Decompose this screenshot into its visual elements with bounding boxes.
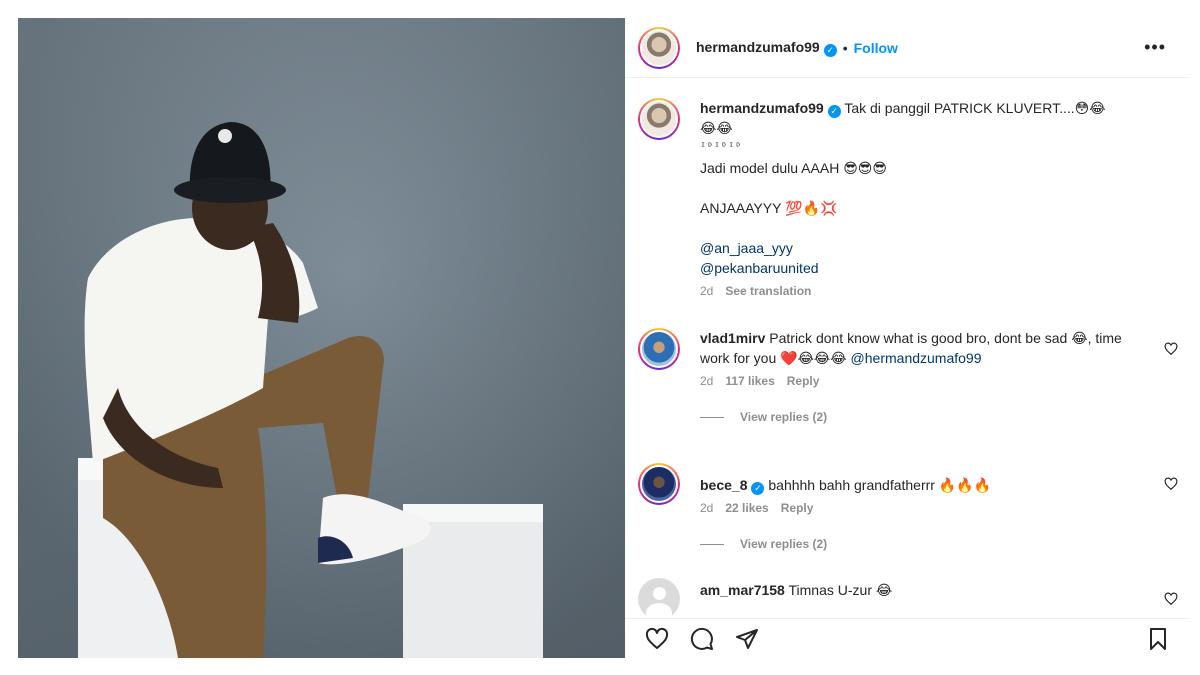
comment-like-heart-icon[interactable] bbox=[1164, 342, 1178, 356]
verified-badge-icon: ✓ bbox=[823, 43, 837, 57]
view-replies-button[interactable]: View replies (2) bbox=[700, 537, 1178, 551]
reply-button[interactable]: Reply bbox=[787, 374, 820, 388]
caption-line1-text: Tak di panggil PATRICK KLUVERT.... bbox=[844, 100, 1075, 116]
comment-icon-glyph bbox=[690, 627, 713, 650]
comment-emoji: 😂 bbox=[875, 582, 893, 598]
comment-likes[interactable]: 117 likes bbox=[725, 374, 774, 388]
follow-button[interactable]: Follow bbox=[854, 40, 898, 56]
comment-like-heart-icon[interactable] bbox=[1164, 592, 1178, 606]
caption-username[interactable]: hermandzumafo99 bbox=[700, 100, 824, 116]
caption-spacer-1 bbox=[700, 178, 1145, 198]
post-action-bar bbox=[625, 618, 1190, 658]
bucket-hat-brim bbox=[174, 177, 286, 203]
comment-emoji-1: 😂 bbox=[1071, 330, 1088, 346]
view-replies-button[interactable]: View replies (2) bbox=[700, 410, 1178, 424]
send-icon-glyph bbox=[736, 629, 758, 649]
bookmark-icon[interactable] bbox=[1146, 627, 1170, 651]
caption-mention-1[interactable]: @an_jaaa_yyy bbox=[700, 238, 1145, 258]
caption-line-3: ᴵᴰᴵᴰᴵᴰ bbox=[700, 142, 743, 153]
post-caption: hermandzumafo99 ✓ Tak di panggil PATRICK … bbox=[638, 98, 1178, 298]
comment-emoji: 🔥🔥🔥 bbox=[938, 477, 992, 493]
caption-line5-emoji: 💯🔥💢 bbox=[785, 200, 838, 216]
comment-meta: 2d 22 likes Reply bbox=[700, 501, 1178, 515]
caption-age[interactable]: 2d bbox=[700, 284, 713, 298]
commenter-avatar-image bbox=[640, 465, 678, 503]
post-side-panel: hermandzumafo99 ✓ • Follow ••• hermandzum… bbox=[625, 18, 1190, 658]
reply-button[interactable]: Reply bbox=[781, 501, 814, 515]
caption-line1-emoji: 😳😂 bbox=[1074, 100, 1106, 116]
caption-line4-text: Jadi model dulu AAAH bbox=[700, 160, 840, 176]
caption-line-1: hermandzumafo99 ✓ Tak di panggil PATRICK … bbox=[700, 98, 1145, 118]
view-replies-label[interactable]: View replies (2) bbox=[740, 410, 827, 424]
comment-text: vlad1mirv Patrick dont know what is good… bbox=[700, 328, 1145, 368]
comment-meta: 2d 117 likes Reply bbox=[700, 374, 1178, 388]
author-avatar[interactable] bbox=[638, 26, 680, 69]
comment-text-1: bahhhh bahh grandfatherrr bbox=[768, 477, 935, 493]
caption-line-4: Jadi model dulu AAAH 😎😎😎 bbox=[700, 158, 1145, 178]
comment-likes[interactable]: 22 likes bbox=[725, 501, 768, 515]
comment-age[interactable]: 2d bbox=[700, 501, 713, 515]
see-translation-button[interactable]: See translation bbox=[725, 284, 811, 298]
post-photo[interactable] bbox=[18, 18, 625, 658]
comment-mention[interactable]: @hermandzumafo99 bbox=[851, 350, 982, 366]
caption-avatar-image bbox=[640, 100, 678, 138]
caption-meta: 2d See translation bbox=[700, 284, 1178, 298]
comment-item: bece_8 ✓ bahhhh bahh grandfatherrr 🔥🔥🔥 2d… bbox=[638, 463, 1178, 551]
comment-text: bece_8 ✓ bahhhh bahh grandfatherrr 🔥🔥🔥 bbox=[700, 463, 1145, 495]
comment-text-1: Patrick dont know what is good bro, dont… bbox=[769, 330, 1068, 346]
hat-logo bbox=[218, 129, 232, 143]
commenter-avatar[interactable] bbox=[638, 463, 680, 505]
bookmark-icon-glyph bbox=[1150, 628, 1166, 650]
author-username-text[interactable]: hermandzumafo99 bbox=[696, 39, 820, 55]
comment-like-heart-icon[interactable] bbox=[1164, 477, 1178, 491]
caption-line-2: 😂😂 bbox=[700, 120, 733, 136]
caption-avatar[interactable] bbox=[638, 98, 680, 140]
author-avatar-image bbox=[640, 28, 678, 67]
send-icon[interactable] bbox=[735, 627, 759, 651]
caption-text: hermandzumafo99 ✓ Tak di panggil PATRICK … bbox=[700, 98, 1145, 278]
default-avatar-icon bbox=[638, 578, 680, 618]
commenter-username[interactable]: am_mar7158 bbox=[700, 582, 785, 598]
commenter-username[interactable]: bece_8 bbox=[700, 477, 747, 493]
commenter-avatar-image bbox=[640, 330, 678, 368]
author-username[interactable]: hermandzumafo99 ✓ bbox=[696, 39, 837, 57]
caption-line4-emoji: 😎😎😎 bbox=[843, 160, 887, 176]
caption-line-5: ANJAAAYYY 💯🔥💢 bbox=[700, 198, 1145, 218]
view-replies-label[interactable]: View replies (2) bbox=[740, 537, 827, 551]
comment-icon[interactable] bbox=[690, 627, 714, 651]
caption-line5-text: ANJAAAYYY bbox=[700, 200, 782, 216]
header-separator: • bbox=[842, 39, 848, 56]
commenter-avatar[interactable] bbox=[638, 328, 680, 370]
view-replies-line bbox=[700, 543, 724, 545]
comment-text-1: Timnas U-zur bbox=[788, 582, 873, 598]
commenter-username[interactable]: vlad1mirv bbox=[700, 330, 765, 346]
caption-mention-2[interactable]: @pekanbaruunited bbox=[700, 258, 1145, 278]
comments-list[interactable]: hermandzumafo99 ✓ Tak di panggil PATRICK … bbox=[625, 78, 1190, 618]
verified-badge-icon: ✓ bbox=[751, 482, 765, 495]
comment-item: am_mar7158 Timnas U-zur 😂 bbox=[638, 578, 1178, 618]
comment-text: am_mar7158 Timnas U-zur 😂 bbox=[700, 578, 1145, 600]
comment-item: vlad1mirv Patrick dont know what is good… bbox=[638, 328, 1178, 424]
caption-spacer-2 bbox=[700, 218, 1145, 238]
comment-age[interactable]: 2d bbox=[700, 374, 713, 388]
verified-badge-icon: ✓ bbox=[827, 105, 841, 118]
comment-emoji-2: ❤️😂😂😂 bbox=[780, 350, 847, 366]
view-replies-line bbox=[700, 416, 724, 418]
heart-icon-glyph bbox=[645, 627, 669, 649]
commenter-avatar[interactable] bbox=[638, 578, 680, 618]
heart-icon[interactable] bbox=[645, 627, 669, 651]
photo-scene bbox=[78, 122, 543, 658]
more-options-icon[interactable]: ••• bbox=[1144, 38, 1166, 56]
post-header: hermandzumafo99 ✓ • Follow ••• bbox=[625, 18, 1190, 78]
